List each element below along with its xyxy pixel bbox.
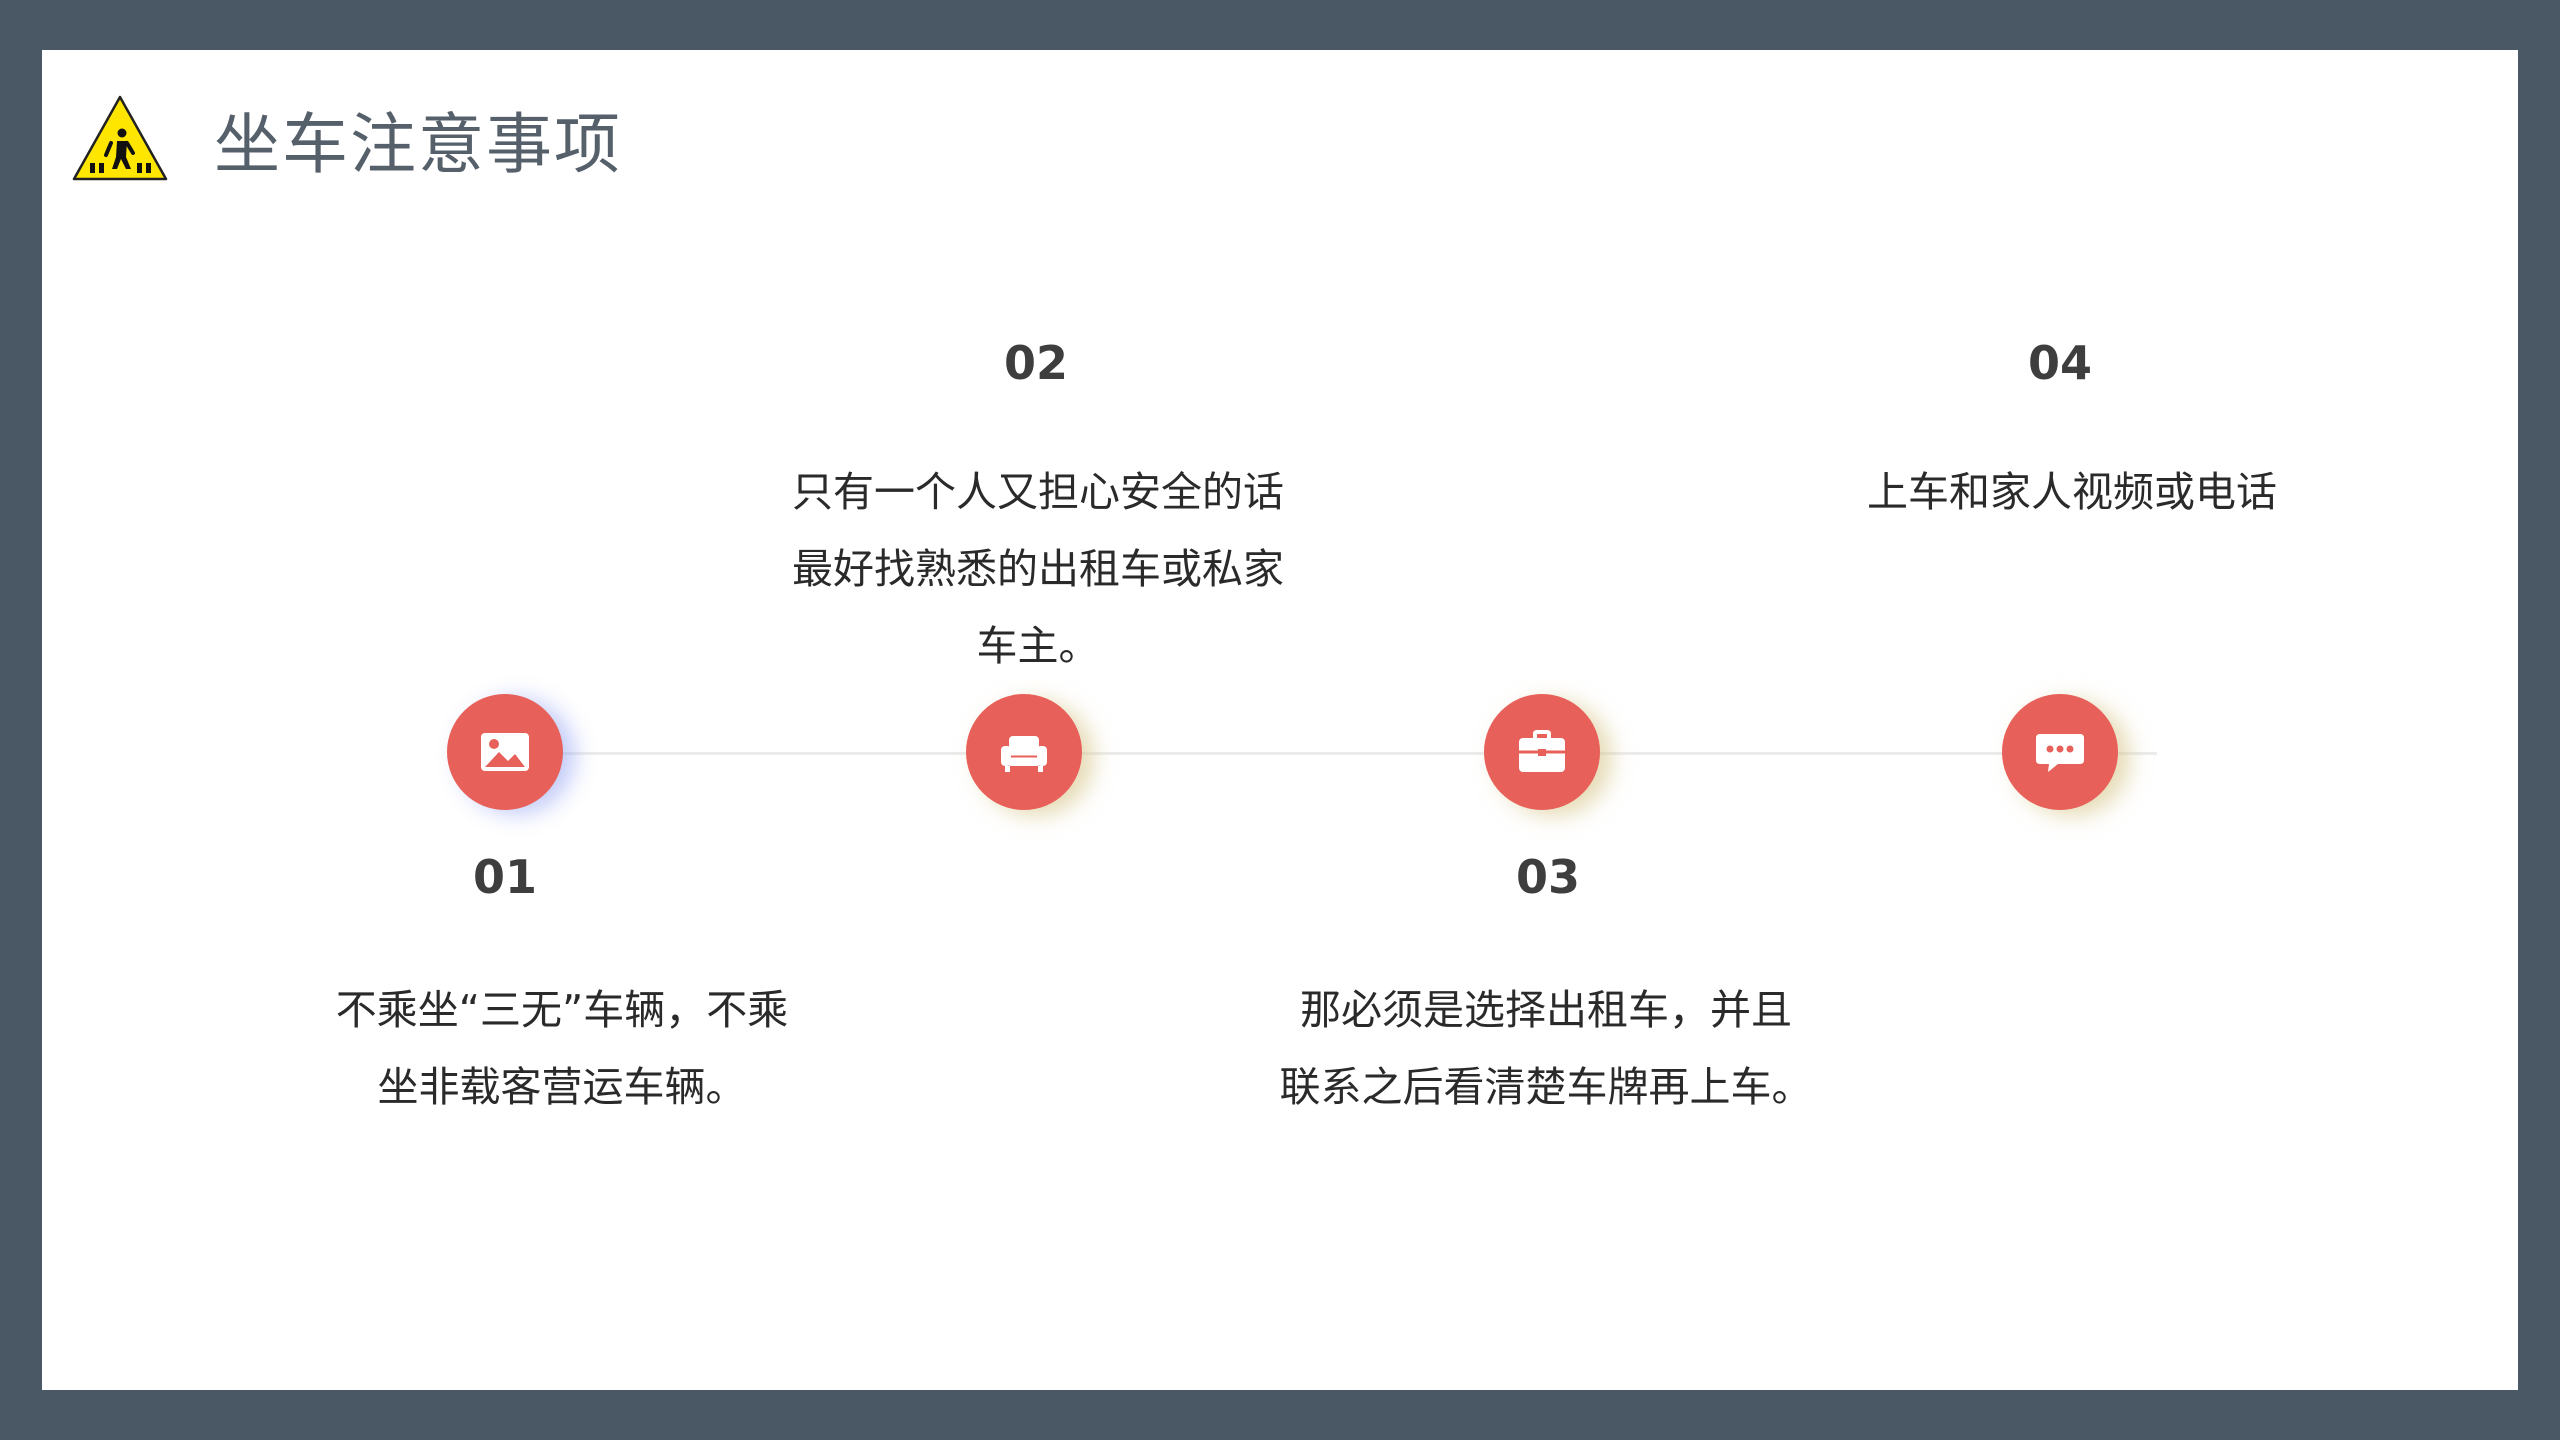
image-icon xyxy=(481,733,529,771)
chat-bubble-icon xyxy=(2036,734,2084,772)
step-02-text: 只有一个人又担心安全的话 最好找熟悉的出租车或私家 车主。 xyxy=(758,454,1318,685)
step-04-number: 04 xyxy=(2027,336,2092,390)
step-04-text: 上车和家人视频或电话 xyxy=(1792,454,2352,531)
step-02-text-line: 车主。 xyxy=(976,622,1100,670)
step-03-text: 那必须是选择出租车，并且 联系之后看清楚车牌再上车。 xyxy=(1266,972,1826,1126)
step-03-number: 03 xyxy=(1515,850,1580,904)
pedestrian-warning-sign-icon xyxy=(72,95,168,181)
step-04-text-line: 上车和家人视频或电话 xyxy=(1867,468,2277,516)
step-02-text-line: 只有一个人又担心安全的话 xyxy=(792,468,1284,516)
slide: 坐车注意事项 01 不乘坐“三无”车辆，不乘 坐非载客营运车辆。 02 只有一个… xyxy=(42,50,2518,1390)
timeline-line xyxy=(497,752,2157,755)
sofa-icon xyxy=(1001,736,1047,772)
step-02-text-line: 最好找熟悉的出租车或私家 xyxy=(792,545,1284,593)
step-01-text-line: 不乘坐“三无”车辆，不乘 xyxy=(335,986,789,1034)
page-title: 坐车注意事项 xyxy=(214,106,622,183)
step-02-number: 02 xyxy=(1003,336,1068,390)
briefcase-icon xyxy=(1519,730,1565,772)
step-01-text: 不乘坐“三无”车辆，不乘 坐非载客营运车辆。 xyxy=(282,972,842,1126)
step-03-icon-circle[interactable] xyxy=(1484,694,1600,810)
step-03-text-line: 那必须是选择出租车，并且 xyxy=(1300,986,1792,1034)
step-04-icon-circle[interactable] xyxy=(2002,694,2118,810)
step-01-icon-circle[interactable] xyxy=(447,694,563,810)
step-01-number: 01 xyxy=(472,850,537,904)
step-02-icon-circle[interactable] xyxy=(966,694,1082,810)
step-03-text-line: 联系之后看清楚车牌再上车。 xyxy=(1279,1063,1813,1111)
title-bar: 坐车注意事项 xyxy=(70,74,622,204)
step-01-text-line: 坐非载客营运车辆。 xyxy=(377,1063,747,1111)
